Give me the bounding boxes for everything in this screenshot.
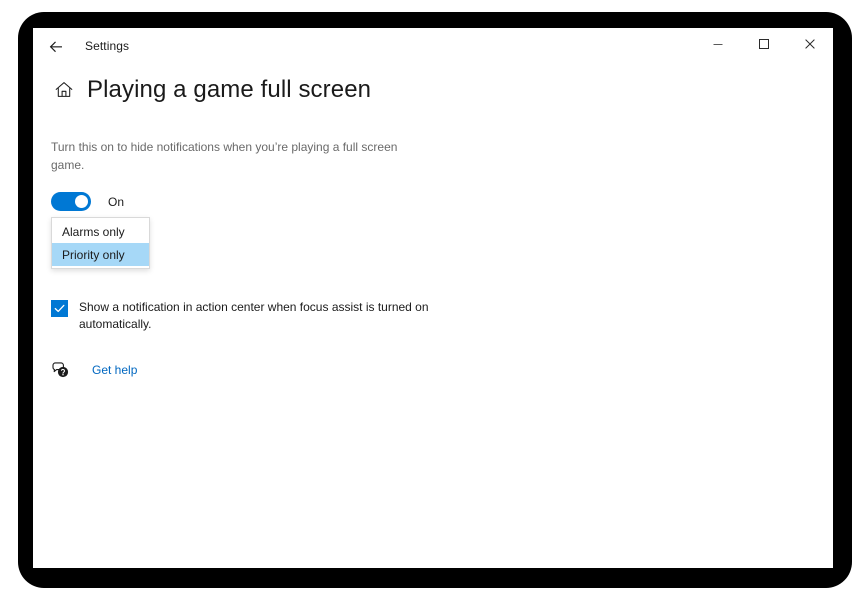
dropdown-option-priority-only[interactable]: Priority only: [52, 243, 149, 266]
close-icon: [804, 38, 816, 50]
maximize-button[interactable]: [741, 28, 787, 60]
dropdown-option-label: Priority only: [62, 247, 125, 262]
checkmark-icon: [54, 304, 65, 313]
app-title: Settings: [85, 39, 130, 53]
maximize-icon: [758, 38, 770, 50]
focus-assist-toggle[interactable]: [51, 192, 91, 211]
toggle-state-label: On: [108, 194, 125, 209]
toggle-knob: [75, 195, 88, 208]
help-bubble-icon: [51, 361, 71, 379]
show-notification-checkbox-row[interactable]: Show a notification in action center whe…: [51, 299, 451, 333]
page-title: Playing a game full screen: [87, 76, 372, 103]
title-bar: Settings: [33, 28, 833, 66]
settings-window: Settings Playing a game full screen Turn…: [33, 28, 833, 568]
minimize-button[interactable]: [695, 28, 741, 60]
close-button[interactable]: [787, 28, 833, 60]
minimize-icon: [712, 38, 724, 50]
dropdown-option-alarms-only[interactable]: Alarms only: [52, 220, 149, 243]
show-notification-checkbox-label: Show a notification in action center whe…: [79, 300, 429, 331]
get-help-link[interactable]: Get help: [92, 363, 137, 377]
focus-assist-toggle-row: On: [51, 192, 124, 211]
dropdown-option-label: Alarms only: [62, 224, 125, 239]
back-button[interactable]: [38, 31, 74, 63]
home-icon[interactable]: [51, 77, 77, 103]
show-notification-checkbox[interactable]: [51, 300, 68, 317]
back-arrow-icon: [48, 39, 64, 55]
get-help-row[interactable]: Get help: [51, 361, 137, 379]
page-description: Turn this on to hide notifications when …: [51, 140, 398, 172]
page-header: Playing a game full screen: [51, 76, 371, 104]
focus-level-dropdown-list[interactable]: Alarms only Priority only: [51, 217, 150, 269]
